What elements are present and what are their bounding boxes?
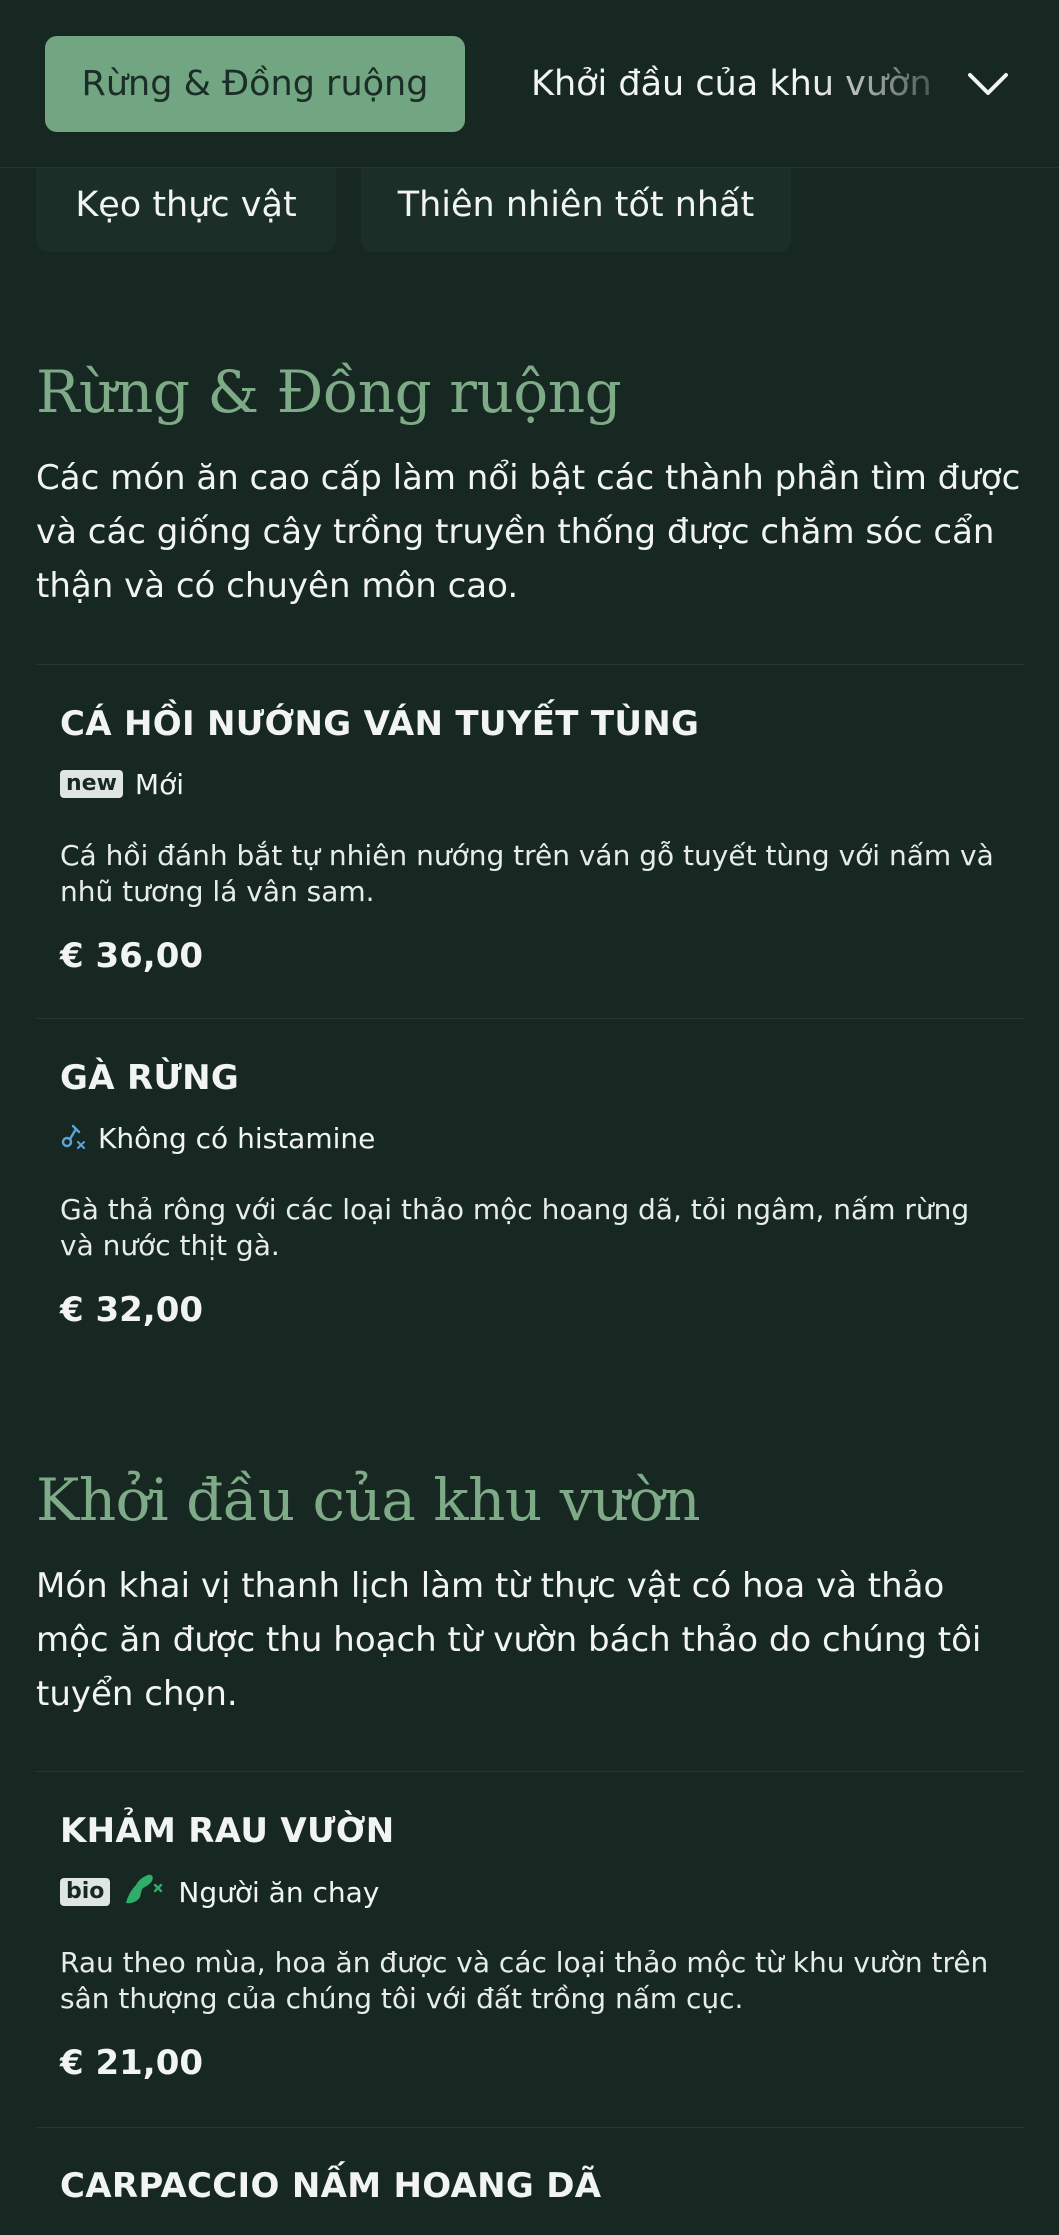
category-nav: Rừng & Đồng ruộng Khởi đầu của khu vườn — [0, 0, 1059, 168]
tag-label: Người ăn chay — [178, 1875, 380, 1909]
menu-item-description: Rau theo mùa, hoa ăn được và các loại th… — [60, 1946, 989, 2015]
chip-label: Thiên nhiên tốt nhất — [397, 185, 755, 225]
tag-label: Mới — [134, 767, 184, 801]
tag-label: Không có histamine — [98, 1121, 376, 1155]
menu-item-description: Cá hồi đánh bắt tự nhiên nướng trên ván … — [60, 839, 994, 908]
menu-item-description: Gà thả rông với các loại thảo mộc hoang … — [60, 1193, 970, 1262]
section-description: Món khai vị thanh lịch làm từ thực vật c… — [36, 1566, 982, 1714]
menu-item-name[interactable]: CÁ HỒI NƯỚNG VÁN TUYẾT TÙNG — [60, 704, 699, 744]
menu-item-tags: bio Người ăn chay — [60, 1872, 379, 1912]
vegetarian-icon — [122, 1871, 166, 1914]
divider — [36, 664, 1024, 665]
category-tab-label: Khởi đầu của khu vườn — [531, 64, 931, 104]
histamine-free-icon — [60, 1120, 86, 1157]
chip-label: Kẹo thực vật — [75, 185, 297, 225]
bio-badge: bio — [60, 1878, 111, 1906]
new-badge: new — [60, 770, 123, 798]
menu-item-price: € 32,00 — [60, 1290, 204, 1330]
category-tab-active[interactable]: Rừng & Đồng ruộng — [45, 36, 465, 132]
menu-item-name[interactable]: GÀ RỪNG — [60, 1058, 239, 1098]
divider — [36, 2127, 1024, 2128]
menu-item-tags: Không có histamine — [60, 1118, 375, 1158]
chevron-down-icon[interactable] — [960, 56, 1016, 112]
divider — [36, 1018, 1024, 1019]
section-title: Khởi đầu của khu vườn — [36, 1466, 701, 1534]
menu-item-price: € 21,00 — [60, 2043, 204, 2083]
divider — [36, 1771, 1024, 1772]
section-description: Các món ăn cao cấp làm nổi bật các thành… — [36, 458, 1021, 606]
menu-item-tags: new Mới — [60, 764, 184, 804]
category-tab-label: Rừng & Đồng ruộng — [81, 64, 429, 104]
menu-page: Rừng & Đồng ruộng Khởi đầu của khu vườn … — [0, 0, 1059, 2235]
menu-item-name[interactable]: KHẢM RAU VƯỜN — [60, 1811, 394, 1851]
section-title: Rừng & Đồng ruộng — [36, 358, 622, 426]
menu-item-name[interactable]: CARPACCIO NẤM HOANG DÃ — [60, 2166, 601, 2206]
menu-item-price: € 36,00 — [60, 936, 204, 976]
category-tab-next[interactable]: Khởi đầu của khu vườn — [531, 36, 931, 132]
